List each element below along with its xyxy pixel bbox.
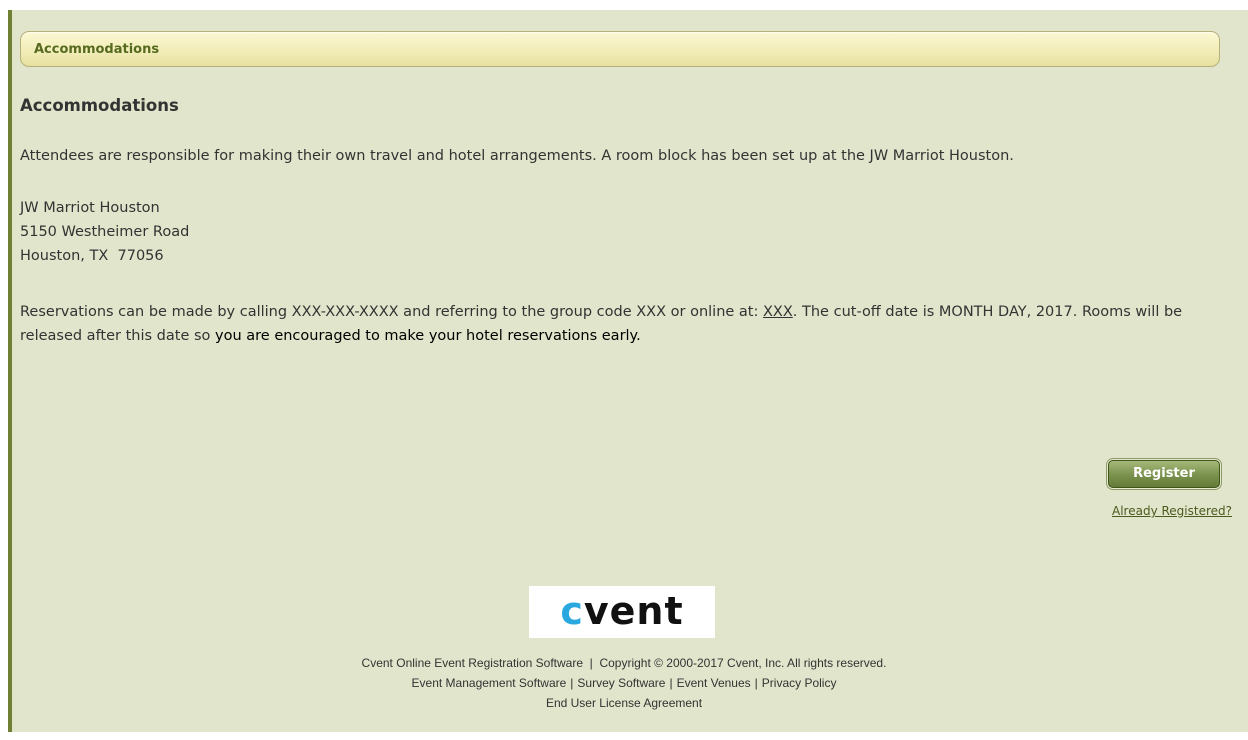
hotel-address: JW Marriot Houston 5150 Westheimer Road … [20, 196, 1225, 268]
footer-link-privacy-policy[interactable]: Privacy Policy [762, 676, 837, 690]
footer-eula: End User License Agreement [0, 696, 1248, 710]
cvent-logo-rest: vent [583, 589, 684, 633]
reservations-emphasis: you are encouraged to make your hotel re… [215, 328, 641, 344]
cvent-logo[interactable]: cvent [529, 586, 715, 638]
footer-separator: | [669, 676, 673, 690]
page: Accommodations Accommodations Attendees … [0, 0, 1248, 740]
address-line-1: JW Marriot Houston [20, 200, 160, 216]
footer-separator: | [570, 676, 574, 690]
footer-link-eula[interactable]: End User License Agreement [546, 696, 702, 710]
reservations-paragraph: Reservations can be made by calling XXX-… [20, 300, 1225, 348]
address-line-2: 5150 Westheimer Road [20, 224, 190, 240]
footer-link-event-venues[interactable]: Event Venues [677, 676, 751, 690]
cvent-logo-c: c [560, 589, 584, 633]
reservations-text-1: Reservations can be made by calling XXX-… [20, 304, 763, 320]
footer-link-event-management[interactable]: Event Management Software [412, 676, 567, 690]
footer-link-survey-software[interactable]: Survey Software [577, 676, 665, 690]
register-button[interactable]: Register [1108, 460, 1220, 488]
already-registered-link[interactable]: Already Registered? [1112, 504, 1232, 518]
page-title: Accommodations [20, 96, 179, 115]
footer-copyright: Cvent Online Event Registration Software… [361, 656, 887, 670]
cvent-logo-text: cvent [529, 586, 715, 638]
address-line-3: Houston, TX 77056 [20, 248, 164, 264]
section-header-bar: Accommodations [20, 31, 1220, 67]
section-header-title: Accommodations [34, 42, 160, 57]
footer-separator: | [754, 676, 758, 690]
reservation-link[interactable]: XXX [763, 304, 793, 320]
footer-links: Event Management Software | Survey Softwar… [0, 676, 1248, 690]
intro-paragraph: Attendees are responsible for making the… [20, 148, 1014, 164]
